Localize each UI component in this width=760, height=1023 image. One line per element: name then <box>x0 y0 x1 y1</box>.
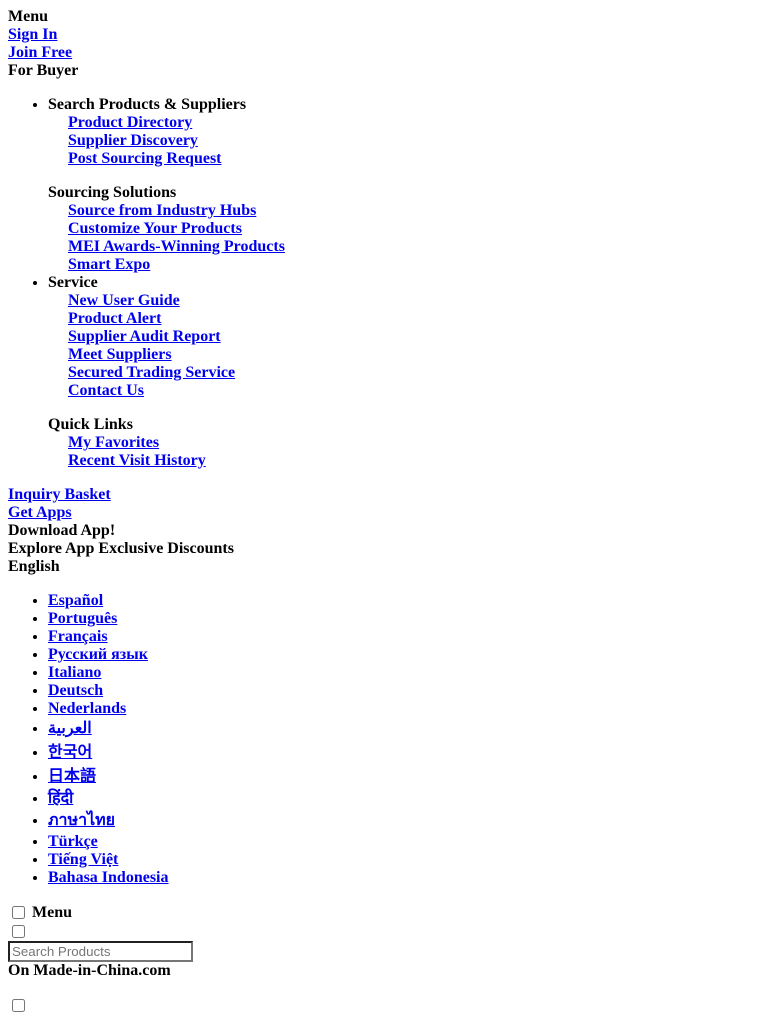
nav-subgroup-links-sourcing-solutions: Source from Industry Hubs Customize Your… <box>48 202 752 274</box>
language-item-arabic[interactable]: العربية <box>48 718 752 738</box>
language-link[interactable]: 日本語 <box>48 768 96 785</box>
language-item-deutsch[interactable]: Deutsch <box>48 682 752 700</box>
explore-discounts-text: Explore App Exclusive Discounts <box>8 540 234 557</box>
language-item-vietnamese[interactable]: Tiếng Việt <box>48 851 752 869</box>
language-item-korean[interactable]: 한국어 <box>48 738 752 762</box>
nav-group-links: New User Guide Product Alert Supplier Au… <box>48 292 752 400</box>
footer-toggle-checkbox[interactable] <box>12 999 25 1012</box>
search-toggle-row[interactable] <box>8 922 752 941</box>
link-post-sourcing-request[interactable]: Post Sourcing Request <box>68 150 752 168</box>
nav-group-title: Search Products & Suppliers <box>48 96 247 113</box>
link-customize-your-products[interactable]: Customize Your Products <box>68 220 752 238</box>
link-supplier-audit-report[interactable]: Supplier Audit Report <box>68 328 752 346</box>
language-link[interactable]: Italiano <box>48 664 101 681</box>
language-link[interactable]: Deutsch <box>48 682 103 699</box>
current-language-label: English <box>8 558 60 575</box>
language-item-portugues[interactable]: Português <box>48 610 752 628</box>
language-link[interactable]: Español <box>48 592 103 609</box>
nav-subgroup-links-quick-links: My Favorites Recent Visit History <box>48 434 752 470</box>
nav-subgroup-title-sourcing-solutions: Sourcing Solutions <box>48 184 177 201</box>
for-buyer-heading: For Buyer <box>8 62 79 79</box>
nav-group-search-products: Search Products & Suppliers Product Dire… <box>48 96 752 274</box>
language-item-russian[interactable]: Русский язык <box>48 646 752 664</box>
language-item-francais[interactable]: Français <box>48 628 752 646</box>
language-item-bahasa-indonesia[interactable]: Bahasa Indonesia <box>48 869 752 887</box>
sign-in-link[interactable]: Sign In <box>8 26 752 44</box>
language-item-nederlands[interactable]: Nederlands <box>48 700 752 718</box>
link-my-favorites[interactable]: My Favorites <box>68 434 752 452</box>
link-mei-awards-winning-products[interactable]: MEI Awards-Winning Products <box>68 238 752 256</box>
link-smart-expo[interactable]: Smart Expo <box>68 256 752 274</box>
footer-toggle-row[interactable] <box>8 996 752 1015</box>
download-app-heading: Download App! <box>8 522 116 539</box>
language-item-espanol[interactable]: Español <box>48 592 752 610</box>
join-free-link[interactable]: Join Free <box>8 44 752 62</box>
language-link[interactable]: Bahasa Indonesia <box>48 869 169 886</box>
language-link[interactable]: हिंदी <box>48 790 73 807</box>
link-secured-trading-service[interactable]: Secured Trading Service <box>68 364 752 382</box>
language-item-turkce[interactable]: Türkçe <box>48 833 752 851</box>
link-contact-us[interactable]: Contact Us <box>68 382 752 400</box>
link-meet-suppliers[interactable]: Meet Suppliers <box>68 346 752 364</box>
menu-toggle-checkbox[interactable] <box>12 906 25 919</box>
buyer-nav-list: Search Products & Suppliers Product Dire… <box>8 96 752 470</box>
search-scope-label: On Made-in-China.com <box>8 962 171 979</box>
link-source-from-industry-hubs[interactable]: Source from Industry Hubs <box>68 202 752 220</box>
page-root: Menu Sign In Join Free For Buyer Search … <box>0 0 760 1023</box>
search-toggle-checkbox[interactable] <box>12 925 25 938</box>
language-list: Español Português Français Русский язык … <box>8 592 752 887</box>
link-product-directory[interactable]: Product Directory <box>68 114 752 132</box>
nav-group-links: Product Directory Supplier Discovery Pos… <box>48 114 752 168</box>
link-recent-visit-history[interactable]: Recent Visit History <box>68 452 752 470</box>
menu-toggle-row[interactable]: Menu <box>8 903 752 922</box>
language-item-hindi[interactable]: हिंदी <box>48 786 752 808</box>
inquiry-basket-link[interactable]: Inquiry Basket <box>8 486 752 504</box>
link-product-alert[interactable]: Product Alert <box>68 310 752 328</box>
get-apps-link[interactable]: Get Apps <box>8 504 752 522</box>
link-supplier-discovery[interactable]: Supplier Discovery <box>68 132 752 150</box>
nav-group-title: Service <box>48 274 98 291</box>
language-item-japanese[interactable]: 日本語 <box>48 762 752 786</box>
menu-heading: Menu <box>8 8 48 25</box>
language-item-italiano[interactable]: Italiano <box>48 664 752 682</box>
language-link[interactable]: 한국어 <box>48 744 92 761</box>
language-link[interactable]: Português <box>48 610 117 627</box>
search-input[interactable] <box>8 941 193 962</box>
search-row <box>8 941 752 962</box>
language-link[interactable]: Русский язык <box>48 646 148 663</box>
nav-group-service: Service New User Guide Product Alert Sup… <box>48 274 752 470</box>
link-new-user-guide[interactable]: New User Guide <box>68 292 752 310</box>
language-link[interactable]: Français <box>48 628 108 645</box>
menu-toggle-label: Menu <box>32 904 72 921</box>
language-link[interactable]: Nederlands <box>48 700 126 717</box>
language-link[interactable]: ภาษาไทย <box>48 812 115 829</box>
language-item-thai[interactable]: ภาษาไทย <box>48 808 752 833</box>
language-link[interactable]: Tiếng Việt <box>48 851 118 868</box>
nav-subgroup-title-quick-links: Quick Links <box>48 416 133 433</box>
language-link[interactable]: Türkçe <box>48 833 98 850</box>
language-link[interactable]: العربية <box>48 720 92 737</box>
